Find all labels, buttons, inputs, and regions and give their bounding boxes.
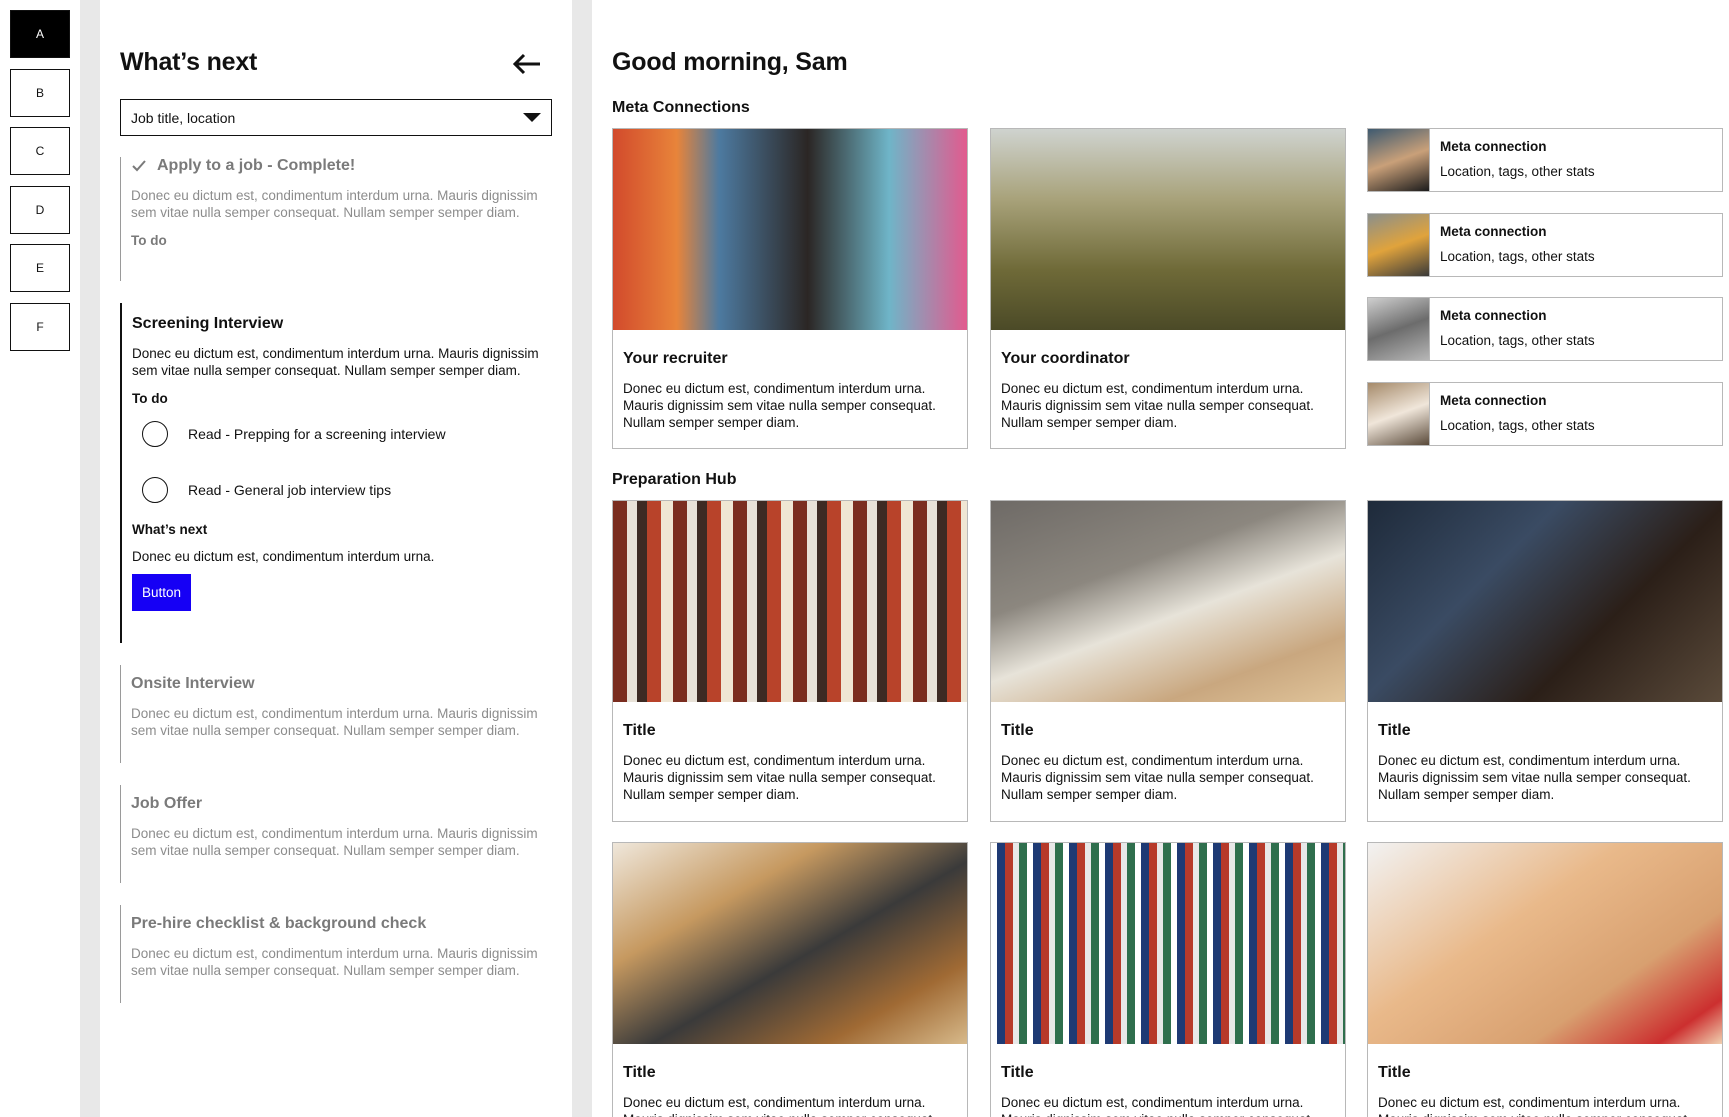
card-title: Title (623, 722, 656, 739)
step-title: Pre-hire checklist & background check (131, 915, 427, 932)
card-image (613, 843, 967, 1044)
timeline-panel: What’s next Job title, location Apply to… (100, 0, 572, 1117)
recruiter-card[interactable]: Your recruiter Donec eu dictum est, cond… (612, 128, 968, 449)
divider (572, 0, 592, 1117)
connection-item[interactable]: Meta connection Location, tags, other st… (1367, 213, 1723, 277)
job-filter-select[interactable]: Job title, location (120, 99, 552, 136)
card-description: Donec eu dictum est, condimentum interdu… (1378, 1095, 1691, 1117)
connection-title: Meta connection (1440, 224, 1547, 239)
avatar (1368, 214, 1430, 276)
caret-down-icon (523, 113, 541, 122)
card-image (991, 843, 1345, 1044)
card-title: Title (1378, 722, 1411, 739)
card-description: Donec eu dictum est, condimentum interdu… (623, 381, 936, 430)
recruiter-photo (613, 129, 967, 330)
step-screening: Screening Interview Donec eu dictum est,… (120, 303, 560, 643)
checkmark-icon (132, 160, 146, 172)
whats-next-description: Donec eu dictum est, condimentum interdu… (132, 549, 435, 564)
step-title: Onsite Interview (131, 675, 255, 692)
card-title: Title (623, 1064, 656, 1081)
step-apply: Apply to a job - Complete! Donec eu dict… (120, 157, 560, 281)
step-description: Donec eu dictum est, condimentum interdu… (131, 946, 538, 978)
step-title: Apply to a job - Complete! (157, 157, 356, 174)
card-image (613, 501, 967, 702)
connection-title: Meta connection (1440, 393, 1547, 408)
card-description: Donec eu dictum est, condimentum interdu… (1378, 753, 1691, 802)
prep-card[interactable]: Title Donec eu dictum est, condimentum i… (612, 842, 968, 1117)
card-description: Donec eu dictum est, condimentum interdu… (1001, 1095, 1314, 1117)
tab-e[interactable]: E (10, 244, 70, 292)
step-job-offer: Job Offer Donec eu dictum est, condiment… (120, 785, 560, 883)
card-description: Donec eu dictum est, condimentum interdu… (623, 753, 936, 802)
connection-title: Meta connection (1440, 308, 1547, 323)
prep-card[interactable]: Title Donec eu dictum est, condimentum i… (612, 500, 968, 822)
connection-item[interactable]: Meta connection Location, tags, other st… (1367, 128, 1723, 192)
card-image (1368, 501, 1722, 702)
coordinator-card[interactable]: Your coordinator Donec eu dictum est, co… (990, 128, 1346, 449)
section-preparation-hub: Preparation Hub (612, 471, 737, 488)
connection-title: Meta connection (1440, 139, 1547, 154)
tab-rail: A B C D E F (0, 0, 80, 1117)
tab-b[interactable]: B (10, 69, 70, 117)
tab-c[interactable]: C (10, 127, 70, 175)
step-pre-hire: Pre-hire checklist & background check Do… (120, 905, 560, 1003)
connection-item[interactable]: Meta connection Location, tags, other st… (1367, 382, 1723, 446)
panel-title: What’s next (120, 48, 258, 76)
todo-item-label: Read - Prepping for a screening intervie… (188, 426, 446, 442)
card-title: Title (1378, 1064, 1411, 1081)
step-title: Job Offer (131, 795, 203, 812)
whats-next-label: What’s next (132, 522, 208, 537)
card-image (991, 501, 1345, 702)
avatar (1368, 129, 1430, 191)
card-title: Title (1001, 1064, 1034, 1081)
radio-circle-icon[interactable] (142, 477, 168, 503)
primary-button[interactable]: Button (132, 574, 192, 611)
radio-circle-icon[interactable] (142, 421, 168, 447)
card-description: Donec eu dictum est, condimentum interdu… (1001, 753, 1314, 802)
step-onsite: Onsite Interview Donec eu dictum est, co… (120, 665, 560, 763)
todo-label: To do (131, 233, 167, 248)
step-description: Donec eu dictum est, condimentum interdu… (131, 706, 538, 738)
step-description: Donec eu dictum est, condimentum interdu… (131, 188, 538, 220)
card-description: Donec eu dictum est, condimentum interdu… (1001, 381, 1314, 430)
todo-item-label: Read - General job interview tips (188, 482, 392, 498)
greeting-title: Good morning, Sam (612, 48, 848, 76)
prep-card[interactable]: Title Donec eu dictum est, condimentum i… (1367, 500, 1723, 822)
step-description: Donec eu dictum est, condimentum interdu… (131, 826, 538, 858)
todo-label: To do (132, 391, 168, 406)
section-meta-connections: Meta Connections (612, 99, 750, 116)
prep-card[interactable]: Title Donec eu dictum est, condimentum i… (1367, 842, 1723, 1117)
job-filter-value: Job title, location (131, 110, 236, 126)
avatar (1368, 383, 1430, 445)
card-title: Your coordinator (1001, 350, 1130, 367)
main-content: Good morning, Sam Meta Connections Your … (592, 0, 1729, 1117)
step-description: Donec eu dictum est, condimentum interdu… (132, 346, 539, 378)
step-title: Screening Interview (132, 315, 284, 332)
connection-subtitle: Location, tags, other stats (1440, 333, 1595, 348)
todo-item[interactable]: Read - General job interview tips (132, 476, 560, 504)
arrow-left-icon[interactable] (512, 50, 542, 78)
prep-card[interactable]: Title Donec eu dictum est, condimentum i… (990, 500, 1346, 822)
tab-f[interactable]: F (10, 303, 70, 351)
card-title: Title (1001, 722, 1034, 739)
connection-subtitle: Location, tags, other stats (1440, 418, 1595, 433)
todo-item[interactable]: Read - Prepping for a screening intervie… (132, 420, 560, 448)
card-image (1368, 843, 1722, 1044)
connection-item[interactable]: Meta connection Location, tags, other st… (1367, 297, 1723, 361)
connection-subtitle: Location, tags, other stats (1440, 164, 1595, 179)
avatar (1368, 298, 1430, 360)
prep-card[interactable]: Title Donec eu dictum est, condimentum i… (990, 842, 1346, 1117)
coordinator-photo (991, 129, 1345, 330)
card-title: Your recruiter (623, 350, 728, 367)
connection-subtitle: Location, tags, other stats (1440, 249, 1595, 264)
divider (80, 0, 100, 1117)
tab-d[interactable]: D (10, 186, 70, 234)
tab-a[interactable]: A (10, 10, 70, 58)
card-description: Donec eu dictum est, condimentum interdu… (623, 1095, 936, 1117)
